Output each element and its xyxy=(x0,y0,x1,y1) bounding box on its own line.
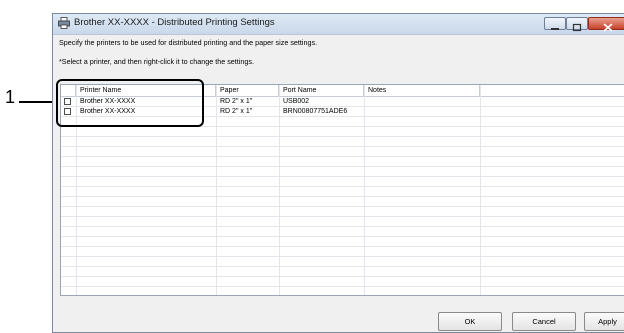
minimize-icon xyxy=(551,28,559,30)
empty-row xyxy=(61,177,624,187)
empty-row xyxy=(61,217,624,227)
port-name-cell: BRN00807751ADE6 xyxy=(283,108,348,115)
port-name-cell: USB002 xyxy=(283,98,310,105)
empty-row xyxy=(61,207,624,217)
callout-highlight-box xyxy=(56,79,204,127)
column-header-paper[interactable]: Paper xyxy=(216,85,279,96)
column-header-empty xyxy=(480,85,624,96)
column-header-notes[interactable]: Notes xyxy=(364,85,480,96)
empty-row xyxy=(61,137,624,147)
apply-button[interactable]: Apply xyxy=(584,312,624,331)
notes-cell xyxy=(364,107,480,116)
empty-row xyxy=(61,187,624,197)
cancel-button[interactable]: Cancel xyxy=(512,312,576,331)
instruction-text-1: Specify the printers to be used for dist… xyxy=(59,38,318,47)
maximize-icon xyxy=(572,23,582,32)
empty-row xyxy=(61,267,624,277)
empty-row xyxy=(61,197,624,207)
empty-row xyxy=(61,257,624,267)
close-button[interactable] xyxy=(588,17,624,32)
ok-button[interactable]: OK xyxy=(438,312,502,331)
maximize-button[interactable] xyxy=(566,17,588,32)
empty-row xyxy=(61,277,624,287)
column-header-port-name[interactable]: Port Name xyxy=(279,85,364,96)
empty-row xyxy=(61,127,624,137)
window-title: Brother XX-XXXX - Distributed Printing S… xyxy=(74,17,275,28)
notes-cell xyxy=(364,97,480,106)
empty-row xyxy=(61,157,624,167)
instruction-text-2: *Select a printer, and then right-click … xyxy=(59,57,254,66)
empty-row xyxy=(61,167,624,177)
printer-icon xyxy=(58,17,70,29)
paper-cell: RD 2" x 1" xyxy=(220,108,253,115)
empty-row xyxy=(61,147,624,157)
paper-cell: RD 2" x 1" xyxy=(220,98,253,105)
close-icon xyxy=(603,23,613,32)
minimize-button[interactable] xyxy=(544,17,566,30)
empty-row xyxy=(61,237,624,247)
empty-row xyxy=(61,247,624,257)
empty-row xyxy=(61,227,624,237)
callout-leader-line xyxy=(19,101,55,103)
settings-window: Brother XX-XXXX - Distributed Printing S… xyxy=(52,13,624,333)
title-bar[interactable]: Brother XX-XXXX - Distributed Printing S… xyxy=(53,14,624,35)
callout-number: 1 xyxy=(5,87,16,107)
